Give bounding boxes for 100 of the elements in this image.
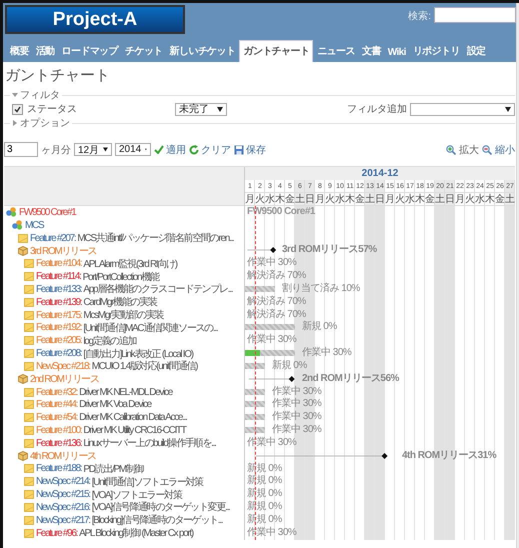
weekday-label: 木 <box>415 193 425 206</box>
caret-icon <box>505 106 511 112</box>
project-logo[interactable]: Project-A <box>5 5 185 34</box>
issue-link[interactable]: Feature #192: <box>36 322 82 334</box>
expand-arrow-icon[interactable] <box>12 120 18 126</box>
tab[interactable]: 設定 <box>464 41 489 62</box>
zoom-in-icon <box>446 144 457 154</box>
status-label: 作業中 30% <box>272 386 322 398</box>
document-icon <box>24 502 34 512</box>
weekday-label: 火 <box>395 193 405 206</box>
save-link[interactable]: 保存 <box>234 142 266 156</box>
issue-subject: APL Blocking制御 (Master Cx port) <box>79 526 193 540</box>
document-icon <box>24 413 34 422</box>
filter-label: ステータス <box>27 103 78 116</box>
tab[interactable]: ニュース <box>314 41 358 62</box>
tab[interactable]: Wiki <box>384 44 409 62</box>
status-label: 作業中 30% <box>272 411 322 424</box>
search-field[interactable] <box>434 7 516 23</box>
status-label: 作業中 30% <box>247 257 296 270</box>
weekday-label: 水 <box>265 193 275 206</box>
issue-subject: Driver MK Utility CRC16-CCITT <box>83 424 186 436</box>
task-bar[interactable] <box>245 362 265 369</box>
add-filter-select[interactable] <box>410 102 515 116</box>
issue-link[interactable]: Feature #205: <box>36 335 82 346</box>
issue-link[interactable]: Feature #139: <box>36 296 82 308</box>
document-icon <box>24 349 34 358</box>
issue-link[interactable]: Feature #44: <box>36 399 78 410</box>
issue-link[interactable]: Feature #100: <box>36 424 82 436</box>
search-label: 検索: <box>408 10 431 23</box>
status-label: 作業中 30% <box>272 398 322 410</box>
tab[interactable]: 活動 <box>32 41 58 62</box>
zoom-in-link[interactable]: 拡大 <box>446 142 479 156</box>
version-link[interactable]: 2nd ROMリリース <box>30 372 98 386</box>
issue-link[interactable]: NewSpec #218: <box>36 360 90 372</box>
version-link[interactable]: 3rd ROMリリース <box>30 244 96 258</box>
project-link[interactable]: MCS <box>25 220 44 231</box>
caret-icon <box>103 147 108 152</box>
issue-link[interactable]: Feature #96: <box>36 528 78 539</box>
issue-link[interactable]: Feature #32: <box>36 386 78 398</box>
issue-subject: Port/PortCollection機能 <box>82 270 159 284</box>
status-label: 作業中 30% <box>247 526 296 540</box>
year-select[interactable]: 2014 <box>115 143 151 156</box>
tab[interactable]: 概要 <box>7 41 32 62</box>
issue-link[interactable]: NewSpec #214: <box>36 476 90 488</box>
tab[interactable]: 新しいチケット <box>166 41 238 62</box>
issue-link[interactable]: NewSpec #217: <box>36 514 90 526</box>
page-title: ガントチャート <box>5 66 111 85</box>
document-icon <box>24 323 34 332</box>
issue-link[interactable]: Feature #136: <box>36 438 82 449</box>
task-bar[interactable] <box>245 286 275 292</box>
weekday-label: 月 <box>315 193 325 206</box>
tab[interactable]: 文書 <box>358 41 384 62</box>
issue-link[interactable]: Feature #208: <box>36 348 82 360</box>
issue-link[interactable]: NewSpec #216: <box>36 502 90 513</box>
weekday-label: 木 <box>275 193 285 206</box>
issue-link[interactable]: Feature #54: <box>36 412 78 424</box>
section-legend[interactable]: オプション <box>20 116 70 130</box>
clear-link[interactable]: クリア <box>189 142 231 156</box>
package-icon <box>18 246 28 256</box>
tab[interactable]: ロードマップ <box>58 41 122 62</box>
zoom-out-link[interactable]: 縮小 <box>482 142 515 156</box>
collapse-arrow-icon[interactable] <box>12 92 18 98</box>
month-label: 2014-12 <box>245 167 515 180</box>
section-legend[interactable]: フィルタ <box>20 88 60 102</box>
status-label: 割り当て済み 10% <box>282 282 360 296</box>
task-bar[interactable] <box>245 401 265 408</box>
task-bar[interactable] <box>245 324 295 330</box>
apply-link[interactable]: 適用 <box>154 142 186 156</box>
issue-link[interactable]: Feature #114: <box>36 271 81 282</box>
document-icon <box>18 234 28 243</box>
task-bar[interactable] <box>245 388 265 395</box>
issue-link[interactable]: Feature #207: <box>30 232 76 244</box>
months-input[interactable]: 3 <box>4 142 38 157</box>
status-label: 作業中 30% <box>302 347 352 360</box>
tab[interactable]: チケット <box>122 41 166 62</box>
weekday-label: 水 <box>405 193 415 206</box>
issue-link[interactable]: NewSpec #215: <box>36 489 90 500</box>
add-filter-label: フィルタ追加 <box>347 102 407 116</box>
issue-link[interactable]: Feature #188: <box>36 463 82 474</box>
issue-link[interactable]: Feature #133: <box>36 284 82 295</box>
tab[interactable]: リポジトリ <box>410 41 463 62</box>
document-icon <box>24 388 34 396</box>
tab[interactable]: ガントチャート <box>239 40 314 62</box>
status-label: 作業中 30% <box>272 424 322 436</box>
status-label: 新規 0% <box>302 321 337 334</box>
issue-subject: Driver MK NEL-MDL Device <box>79 386 172 398</box>
issue-link[interactable]: Feature #175: <box>36 310 82 321</box>
version-link[interactable]: 4th ROMリリース <box>30 449 96 464</box>
status-select[interactable]: 未完了 <box>175 102 227 116</box>
task-bar[interactable] <box>245 414 265 420</box>
weekday-label: 水 <box>335 193 345 206</box>
status-checkbox[interactable] <box>12 104 23 114</box>
weekday-label: 日 <box>375 193 385 206</box>
issue-link[interactable]: Feature #104: <box>36 258 82 270</box>
blocks-icon <box>12 220 23 230</box>
weekday-label: 土 <box>505 193 515 206</box>
project-link[interactable]: FW9500 Core#1 <box>19 206 76 218</box>
task-bar[interactable] <box>245 350 295 356</box>
month-select[interactable]: 12月 <box>74 143 112 156</box>
task-bar[interactable] <box>245 427 265 434</box>
